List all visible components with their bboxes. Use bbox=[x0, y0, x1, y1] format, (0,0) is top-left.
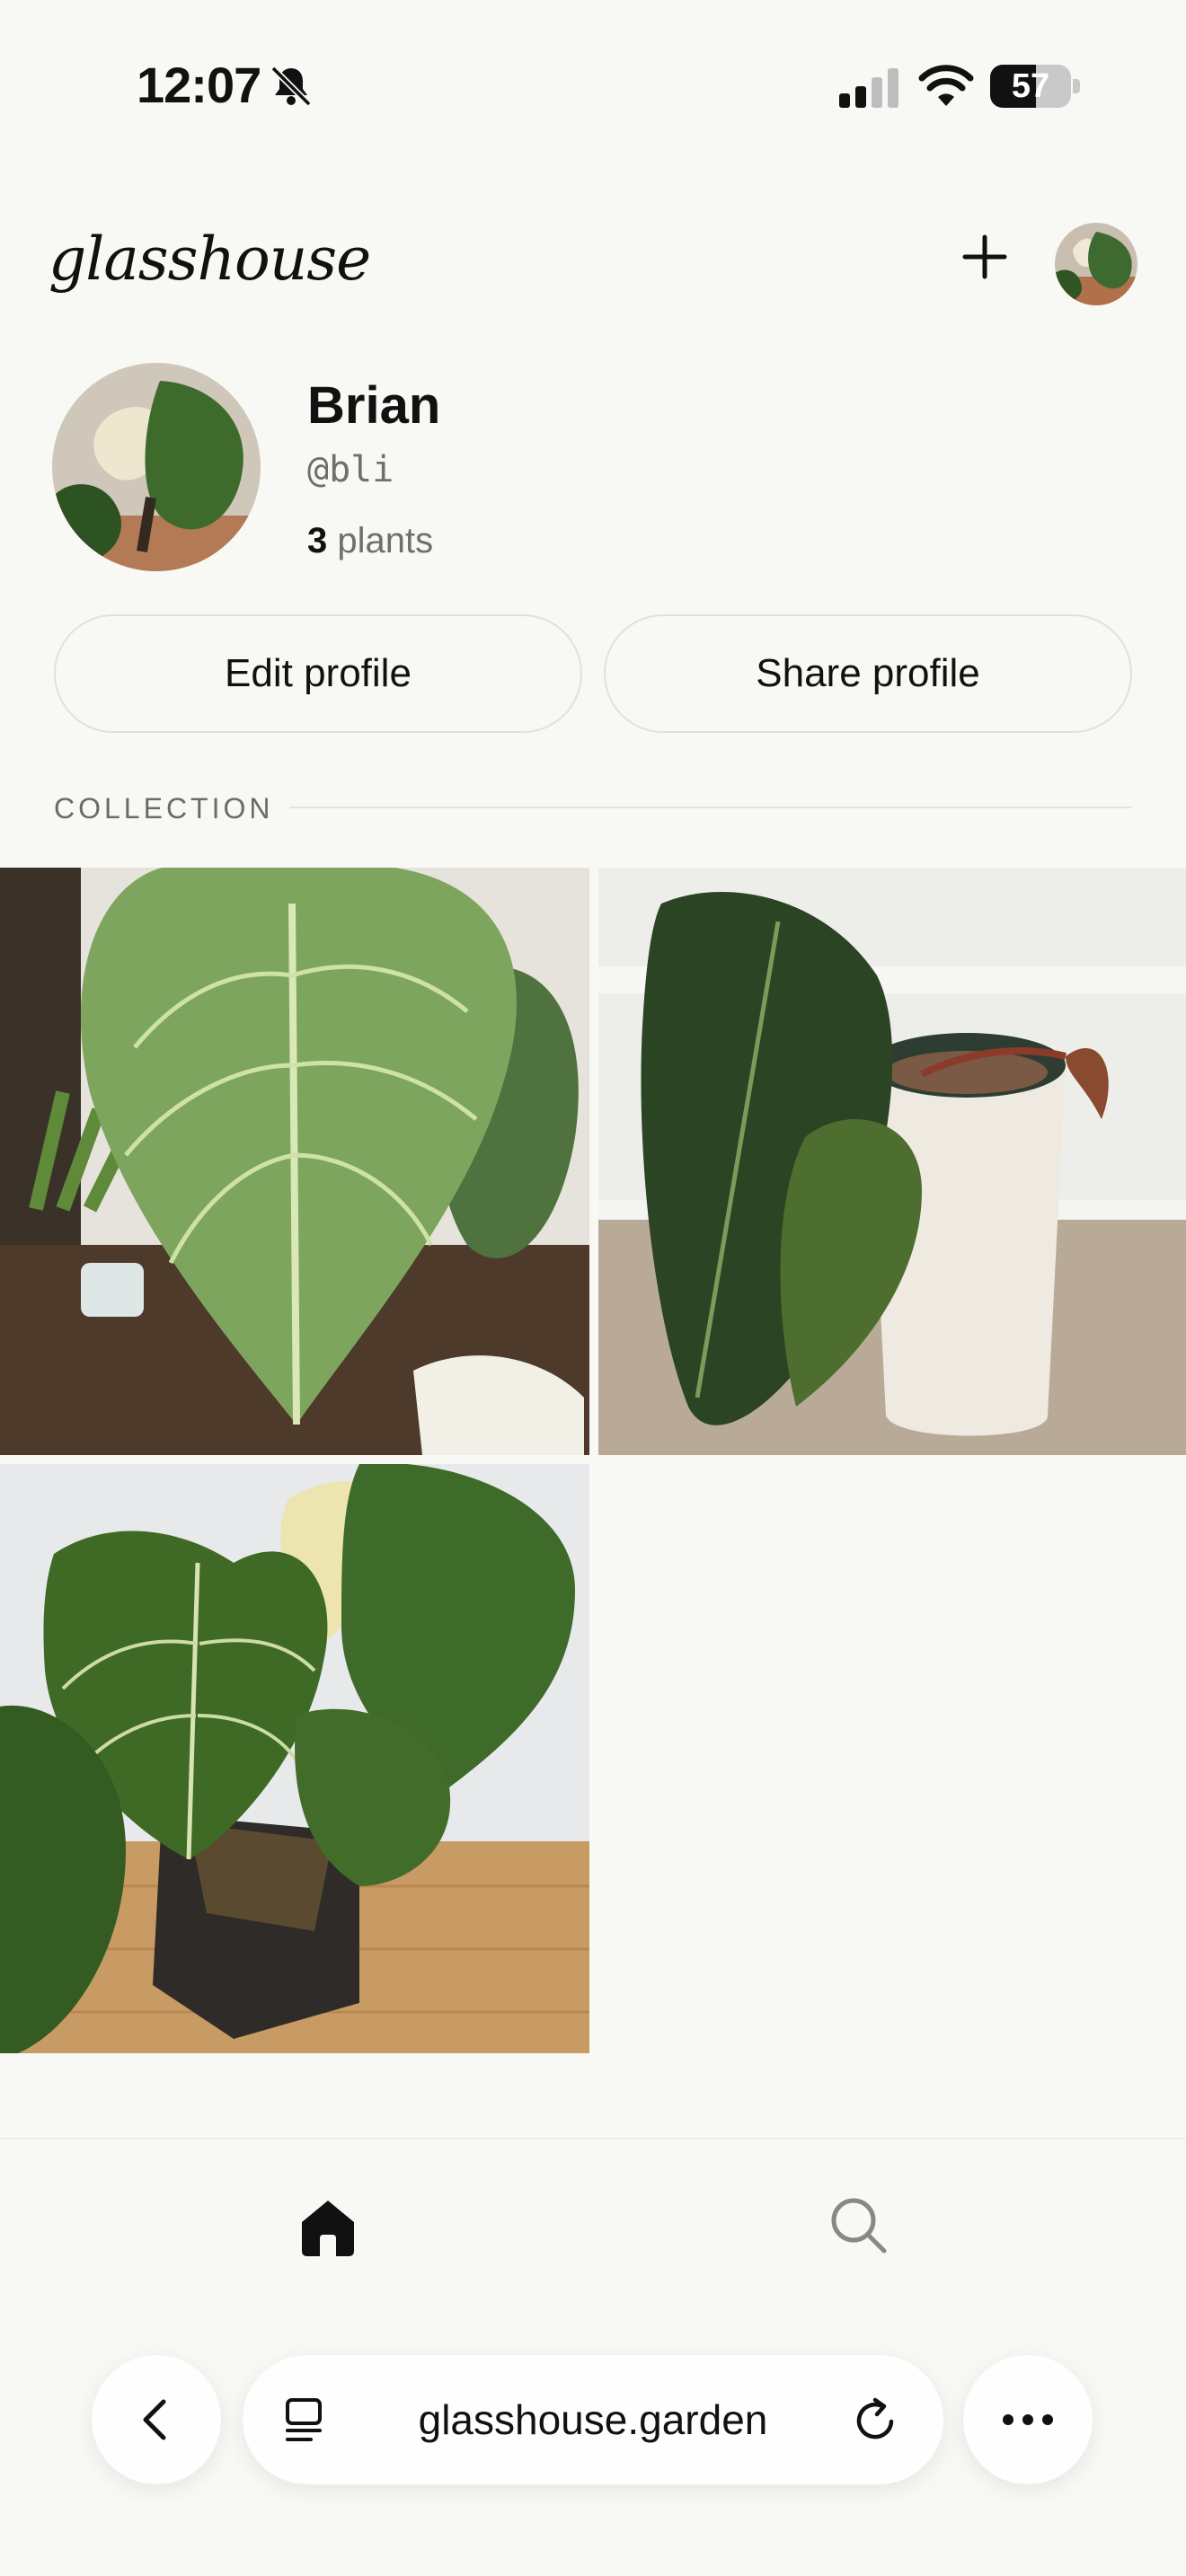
plant-tile[interactable] bbox=[598, 868, 1186, 1455]
search-icon[interactable] bbox=[827, 2193, 890, 2256]
status-time: 12:07 bbox=[137, 57, 261, 113]
browser-back-button[interactable] bbox=[92, 2355, 221, 2484]
wifi-icon bbox=[918, 65, 974, 106]
header-avatar[interactable] bbox=[1055, 223, 1137, 305]
ellipsis-icon bbox=[1003, 2414, 1053, 2425]
collection-divider bbox=[289, 807, 1132, 808]
share-profile-button[interactable]: Share profile bbox=[604, 614, 1132, 733]
profile-avatar bbox=[52, 363, 261, 571]
plant-tile[interactable] bbox=[0, 1464, 589, 2053]
bottom-nav-divider bbox=[0, 2138, 1186, 2139]
profile-name: Brian bbox=[307, 376, 441, 435]
plant-tile[interactable] bbox=[0, 868, 589, 1455]
collection-heading: COLLECTION bbox=[54, 792, 274, 825]
browser-url-bar[interactable]: glasshouse.garden bbox=[243, 2355, 943, 2484]
battery-indicator: 57 bbox=[990, 65, 1080, 108]
reload-icon[interactable] bbox=[850, 2395, 902, 2447]
plus-icon[interactable] bbox=[958, 230, 1012, 284]
chevron-left-icon bbox=[143, 2399, 166, 2440]
app-logo[interactable]: glasshouse bbox=[49, 225, 371, 294]
tabs-icon[interactable] bbox=[280, 2395, 331, 2445]
edit-profile-button[interactable]: Edit profile bbox=[54, 614, 582, 733]
battery-level-text: 57 bbox=[1011, 67, 1050, 105]
plant-count-label: plants bbox=[337, 521, 434, 560]
home-icon[interactable] bbox=[296, 2195, 359, 2258]
plant-count: 3 plants bbox=[307, 521, 433, 561]
profile-handle: @bli bbox=[307, 449, 394, 490]
bell-slash-icon bbox=[270, 66, 312, 107]
cellular-signal-icon bbox=[839, 68, 898, 108]
browser-more-button[interactable] bbox=[963, 2355, 1093, 2484]
plant-count-number: 3 bbox=[307, 521, 328, 560]
browser-url-text[interactable]: glasshouse.garden bbox=[243, 2355, 943, 2484]
